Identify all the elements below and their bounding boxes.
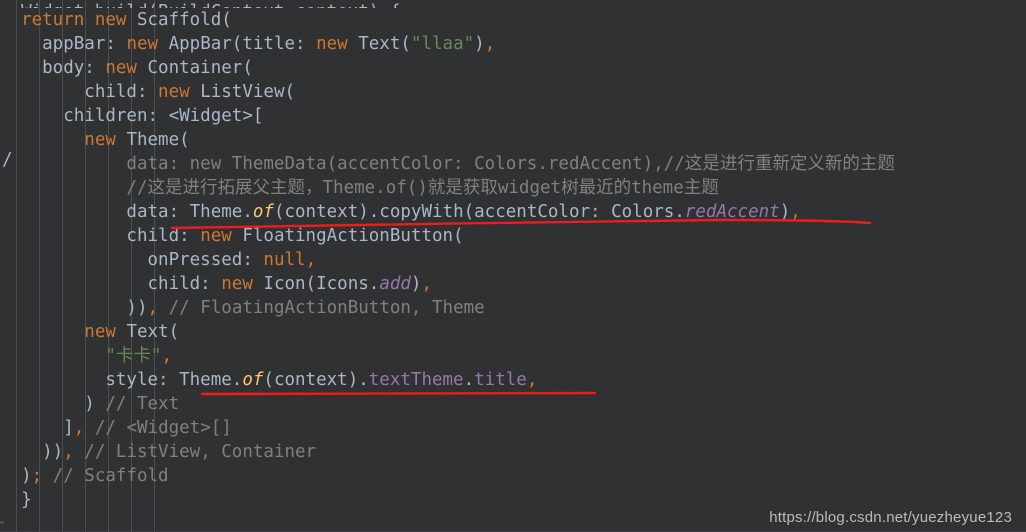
code-token: AppBar(title: (158, 34, 317, 54)
line-data-copywith[interactable]: data: Theme.of(context).copyWith(accentC… (0, 200, 1026, 224)
code-token: (context).copyWith(accentColor: Colors. (273, 202, 685, 222)
code-token: , (526, 370, 538, 390)
code-token: ) (410, 274, 422, 294)
code-token: textTheme (368, 370, 464, 390)
code-token: appBar: (0, 34, 127, 54)
code-token: // Scaffold (42, 466, 169, 486)
code-token: add (379, 274, 411, 294)
code-token: new (200, 226, 232, 246)
code-token: "llaa" (410, 34, 475, 54)
code-token: Text( (115, 322, 180, 342)
code-token: , (147, 298, 159, 318)
code-token: Container( (136, 58, 253, 78)
code-token: ) (0, 394, 95, 414)
line-close-text[interactable]: ) // Text (0, 392, 1026, 416)
code-token: )) (0, 298, 148, 318)
code-token: ) (0, 466, 32, 486)
watermark-url: https://blog.csdn.net/yuezheyue123 (769, 509, 1012, 526)
code-token: ) (474, 34, 485, 54)
code-editor-surface[interactable]: / Widget build(BuildContext context) { r… (0, 0, 1026, 532)
editor-left-edge-mark (0, 521, 4, 524)
line-appbar[interactable]: appBar: new AppBar(title: new Text("llaa… (0, 32, 1026, 56)
code-token: , (484, 34, 496, 54)
code-token: data: Theme. (0, 202, 253, 222)
code-token: new (84, 322, 116, 342)
code-token: FloatingActionButton( (231, 226, 464, 246)
code-token: redAccent (684, 202, 780, 222)
line-0-clipped[interactable]: Widget build(BuildContext context) { (0, 0, 1026, 8)
code-token: children: <Widget>[ (0, 106, 264, 126)
line-close-scaffold[interactable]: ); // Scaffold (0, 464, 1026, 488)
code-token: , (790, 202, 801, 222)
code-token: , (63, 442, 74, 462)
code-token: child: (0, 274, 222, 294)
screenshot-root: / Widget build(BuildContext context) { r… (0, 0, 1026, 532)
code-token: (context). (263, 370, 369, 390)
code-token: )) (0, 442, 64, 462)
line-themedata-commented[interactable]: data: new ThemeData(accentColor: Colors.… (0, 152, 1026, 176)
code-token: style: Theme. (0, 370, 243, 390)
code-token: , (421, 274, 433, 294)
code-token: Icon(Icons. (252, 274, 380, 294)
code-token: onPressed: (0, 250, 264, 270)
line-return-scaffold[interactable]: return new Scaffold( (0, 8, 1026, 32)
code-token: of (242, 370, 264, 390)
code-token: ; (31, 466, 43, 486)
line-style-texttheme[interactable]: style: Theme.of(context).textTheme.title… (0, 368, 1026, 392)
code-token: Text( (347, 34, 411, 54)
line-child-listview[interactable]: child: new ListView( (0, 80, 1026, 104)
line-onpressed-null[interactable]: onPressed: null, (0, 248, 1026, 272)
code-token: new (126, 34, 159, 54)
code-token: . (463, 370, 475, 390)
line-new-theme[interactable]: new Theme( (0, 128, 1026, 152)
code-token: title (474, 370, 527, 390)
code-token: , (161, 346, 172, 366)
code-token: Theme( (115, 130, 190, 150)
line-child-fab[interactable]: child: new FloatingActionButton( (0, 224, 1026, 248)
code-content[interactable]: Widget build(BuildContext context) { ret… (0, 0, 1026, 512)
code-token: new (94, 10, 127, 30)
line-body-container[interactable]: body: new Container( (0, 56, 1026, 80)
code-token: child: (0, 82, 159, 102)
code-token: ) (779, 202, 791, 222)
code-token: } (0, 490, 32, 510)
code-token: ListView( (189, 82, 296, 102)
code-token: // <Widget>[] (84, 418, 232, 438)
code-token: new (316, 34, 348, 54)
line-children[interactable]: children: <Widget>[ (0, 104, 1026, 128)
code-token: new (221, 274, 253, 294)
code-token: // Text (94, 394, 180, 414)
code-token: "卡卡" (105, 346, 162, 366)
code-token: null (263, 250, 306, 270)
code-token: , (305, 250, 317, 270)
code-token: child: (0, 226, 201, 246)
line-close-listview-container[interactable]: )), // ListView, Container (0, 440, 1026, 464)
line-child-icon-add[interactable]: child: new Icon(Icons.add), (0, 272, 1026, 296)
code-token: return (21, 10, 85, 30)
line-close-widget-array[interactable]: ], // <Widget>[] (0, 416, 1026, 440)
code-token: , (73, 418, 85, 438)
code-token: body: (0, 58, 106, 78)
code-token: new (158, 82, 190, 102)
code-token: of (252, 202, 274, 222)
code-token: new (84, 130, 116, 150)
code-token: data: new ThemeData(accentColor: Colors.… (0, 154, 895, 174)
code-token: //这是进行拓展父主题，Theme.of()就是获取widget树最近的them… (0, 178, 719, 198)
line-text-string[interactable]: "卡卡", (0, 344, 1026, 368)
code-token: ] (0, 418, 74, 438)
code-token: new (105, 58, 137, 78)
code-token: // ListView, Container (73, 442, 317, 462)
line-comment-parent-theme[interactable]: //这是进行拓展父主题，Theme.of()就是获取widget树最近的them… (0, 176, 1026, 200)
line-close-fab[interactable]: )), // FloatingActionButton, Theme (0, 296, 1026, 320)
code-token: Scaffold( (126, 10, 232, 30)
code-token: // FloatingActionButton, Theme (158, 298, 485, 318)
line-new-text[interactable]: new Text( (0, 320, 1026, 344)
